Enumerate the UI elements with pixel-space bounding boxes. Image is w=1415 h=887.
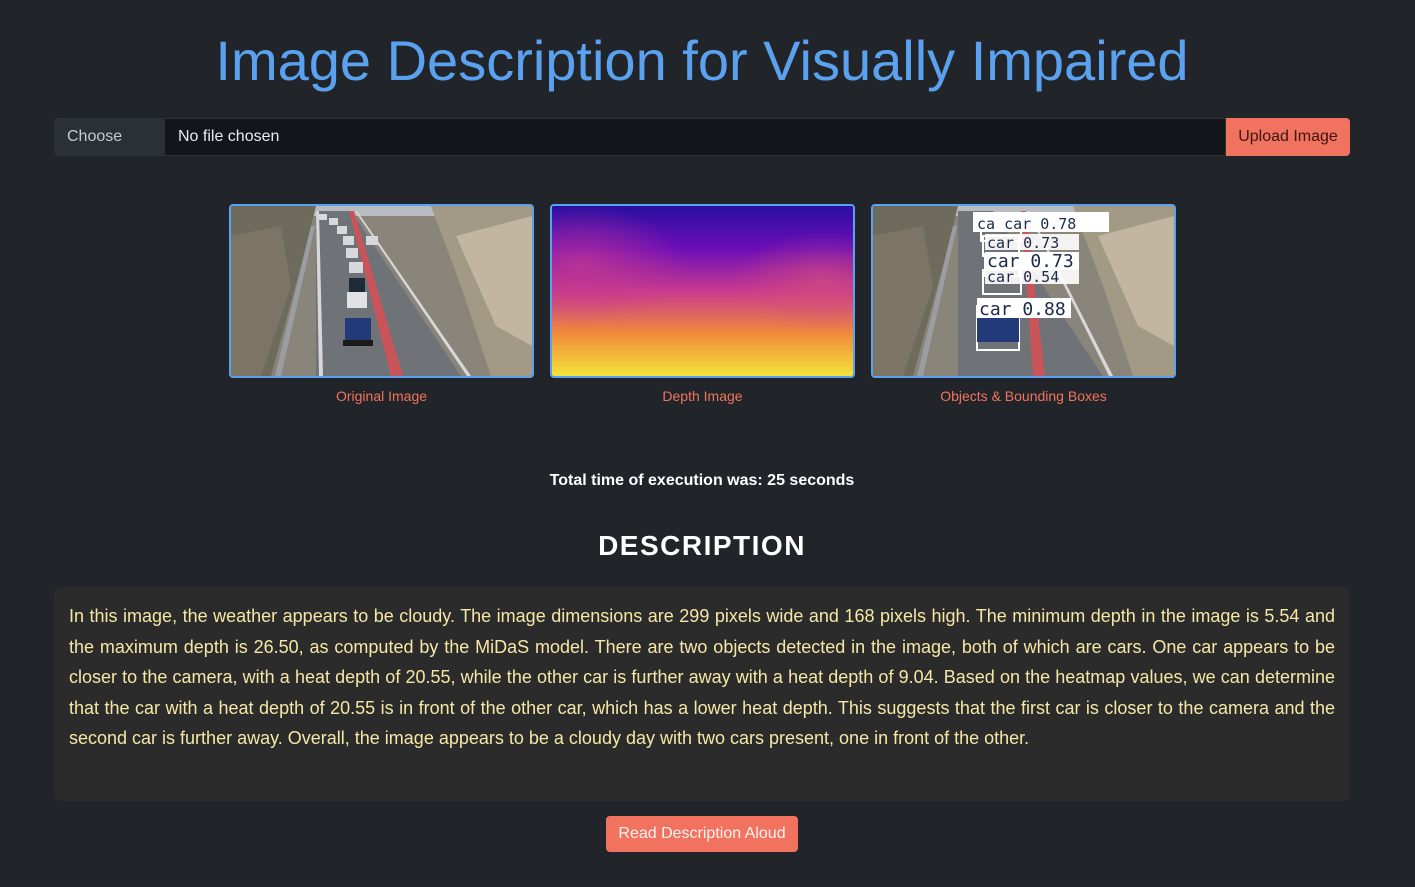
depth-image (550, 204, 855, 378)
upload-form: Choose File No file chosen Upload Image (54, 118, 1350, 156)
objects-image-caption: Objects & Bounding Boxes (940, 388, 1107, 404)
svg-text:car 0.88: car 0.88 (979, 299, 1066, 320)
page-title: Image Description for Visually Impaired (215, 29, 1189, 92)
svg-text:ca car 0.78: ca car 0.78 (977, 215, 1076, 233)
objects-image-figure: ca car 0.78 car 0.73 car 0.73 car 0.54 c… (871, 204, 1176, 404)
file-status-label: No file chosen (178, 128, 280, 145)
svg-text:car 0.54: car 0.54 (987, 268, 1059, 286)
page: Image Description for Visually Impaired … (0, 0, 1415, 887)
description-heading: DESCRIPTION (598, 530, 806, 561)
description-panel: In this image, the weather appears to be… (54, 587, 1350, 801)
upload-image-button[interactable]: Upload Image (1226, 118, 1350, 156)
depth-image-figure: Depth Image (550, 204, 855, 404)
original-image (229, 204, 534, 378)
original-image-caption: Original Image (335, 388, 428, 404)
execution-time-text: Total time of execution was: 25 seconds (549, 472, 855, 489)
depth-image-caption: Depth Image (662, 388, 743, 404)
original-image-figure: Original Image (229, 204, 534, 404)
svg-text:car 0.73: car 0.73 (987, 234, 1059, 252)
choose-file-button[interactable]: Choose File (55, 119, 165, 155)
description-text: In this image, the weather appears to be… (69, 606, 1335, 749)
read-description-aloud-button[interactable]: Read Description Aloud (606, 816, 798, 852)
objects-bounding-boxes-image: ca car 0.78 car 0.73 car 0.73 car 0.54 c… (871, 204, 1176, 378)
file-input[interactable]: Choose File No file chosen (54, 118, 1226, 156)
image-gallery: Original Image Depth Image ca car 0.78 c… (229, 204, 1176, 404)
